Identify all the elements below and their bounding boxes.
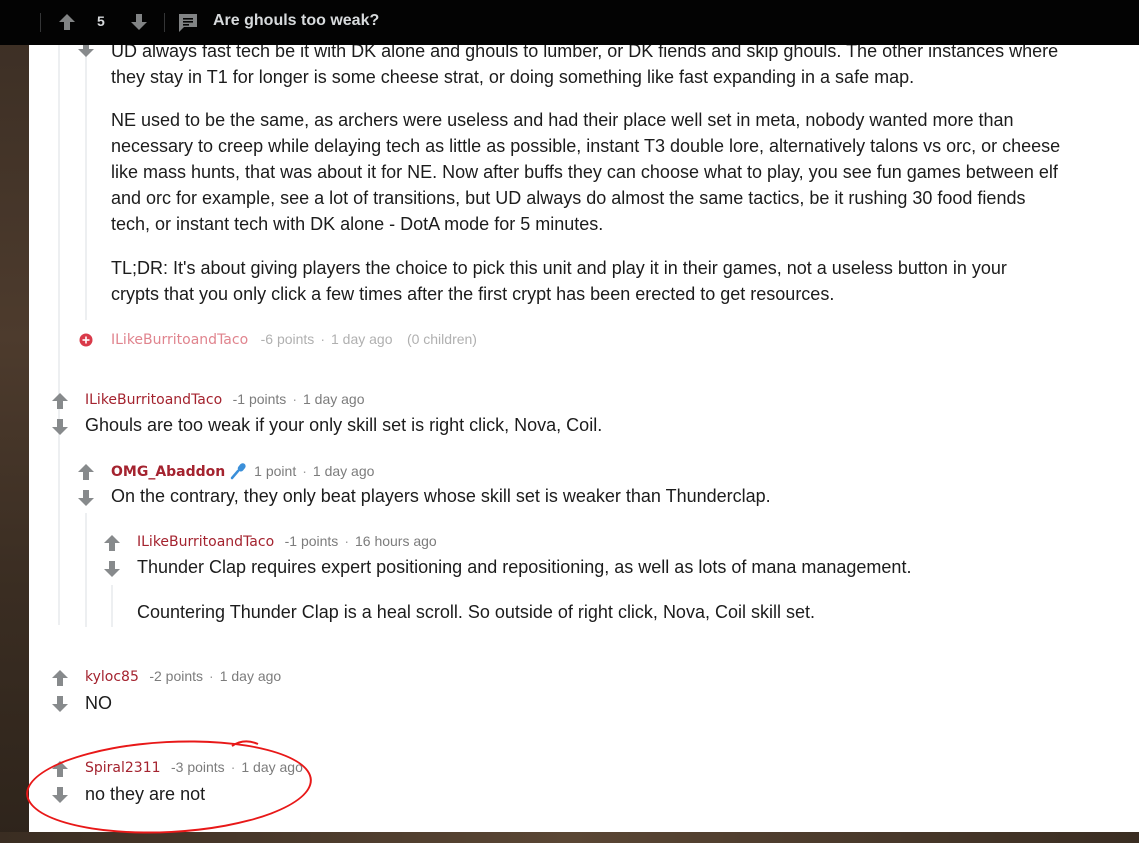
comment-meta: ILikeBurritoandTaco -1 points · 16 hours a… <box>137 533 437 551</box>
expand-icon[interactable] <box>79 333 93 347</box>
post-top-bar: 5 Are ghouls too weak? <box>0 0 1139 45</box>
comment-points: -1 points <box>284 533 339 549</box>
comment-body-line: crypts that you only click a few times a… <box>111 284 835 304</box>
downvote-icon[interactable] <box>102 559 122 579</box>
comment-time[interactable]: 1 day ago <box>331 331 393 347</box>
comment-body: On the contrary, they only beat players … <box>111 486 771 506</box>
thread-line <box>85 513 87 627</box>
upvote-icon[interactable] <box>76 462 96 482</box>
comments-panel: UD always fast tech be it with DK alone … <box>29 45 1139 832</box>
separator-dot: · <box>320 331 325 347</box>
upvote-icon[interactable] <box>102 533 122 553</box>
comment-time[interactable]: 16 hours ago <box>355 533 437 549</box>
comment-icon <box>179 14 197 32</box>
comment-author[interactable]: kyloc85 <box>85 669 139 685</box>
separator-dot: · <box>209 668 214 684</box>
background-left <box>0 0 29 843</box>
separator-dot: · <box>292 391 297 407</box>
thread-line <box>58 45 60 625</box>
comment-body: Ghouls are too weak if your only skill s… <box>85 415 603 435</box>
comment-body-line: NE used to be the same, as archers were … <box>111 110 1014 130</box>
comment-author[interactable]: OMG_Abaddon <box>111 464 225 480</box>
annotation-stroke <box>231 740 259 747</box>
comment-author[interactable]: ILikeBurritoandTaco <box>137 534 274 550</box>
comment-meta: ILikeBurritoandTaco -1 points · 1 day ago <box>85 391 364 409</box>
upvote-icon[interactable] <box>57 12 77 32</box>
comment-body-line: and orc for example, see a lot of transi… <box>111 188 1026 208</box>
comment-points: 1 point <box>254 463 297 479</box>
upvote-icon[interactable] <box>50 391 70 411</box>
downvote-icon[interactable] <box>129 12 149 32</box>
downvote-icon[interactable] <box>50 417 70 437</box>
thread-line <box>111 585 113 627</box>
downvote-icon[interactable] <box>76 488 96 508</box>
comment-time[interactable]: 1 day ago <box>313 463 375 479</box>
comment-author[interactable]: ILikeBurritoandTaco <box>111 332 248 348</box>
downvote-icon[interactable] <box>76 45 96 59</box>
divider <box>40 13 41 32</box>
post-title: Are ghouls too weak? <box>213 12 380 29</box>
comment-body: NO <box>85 693 112 713</box>
post-score: 5 <box>97 13 105 29</box>
comment-body: Countering Thunder Clap is a heal scroll… <box>137 602 815 622</box>
comment-meta: kyloc85 -2 points · 1 day ago <box>85 668 281 686</box>
comment-points: -2 points <box>149 668 204 684</box>
comment-author[interactable]: ILikeBurritoandTaco <box>85 392 222 408</box>
comment-body-line: necessary to creep while delaying tech a… <box>111 136 1061 156</box>
comment-body-line: TL;DR: It's about giving players the cho… <box>111 258 1007 278</box>
background-bottom <box>0 832 1139 843</box>
separator-dot: · <box>302 463 307 479</box>
comment-points: -1 points <box>232 391 287 407</box>
comment-body: Thunder Clap requires expert positioning… <box>137 557 912 577</box>
collapsed-comment-meta: ILikeBurritoandTaco -6 points · 1 day ago … <box>111 331 477 349</box>
comment-body-line: UD always fast tech be it with DK alone … <box>111 45 1059 61</box>
comment-time[interactable]: 1 day ago <box>303 391 365 407</box>
comment-points: -6 points <box>260 331 315 347</box>
comment-children-count[interactable]: (0 children) <box>407 331 477 347</box>
comment-time[interactable]: 1 day ago <box>220 668 282 684</box>
downvote-icon[interactable] <box>50 694 70 714</box>
comment-body-line: like mass hunts, that was about it for N… <box>111 162 1058 182</box>
separator-dot: · <box>344 533 349 549</box>
divider <box>164 13 165 32</box>
upvote-icon[interactable] <box>50 668 70 688</box>
thread-line <box>85 45 87 320</box>
comment-body-line: they stay in T1 for longer is some chees… <box>111 67 915 87</box>
comment-meta: OMG_Abaddon 1 point · 1 day ago <box>111 462 374 481</box>
comment-body-line: tech, or instant tech with DK alone - Do… <box>111 214 604 234</box>
microphone-icon <box>230 463 246 480</box>
